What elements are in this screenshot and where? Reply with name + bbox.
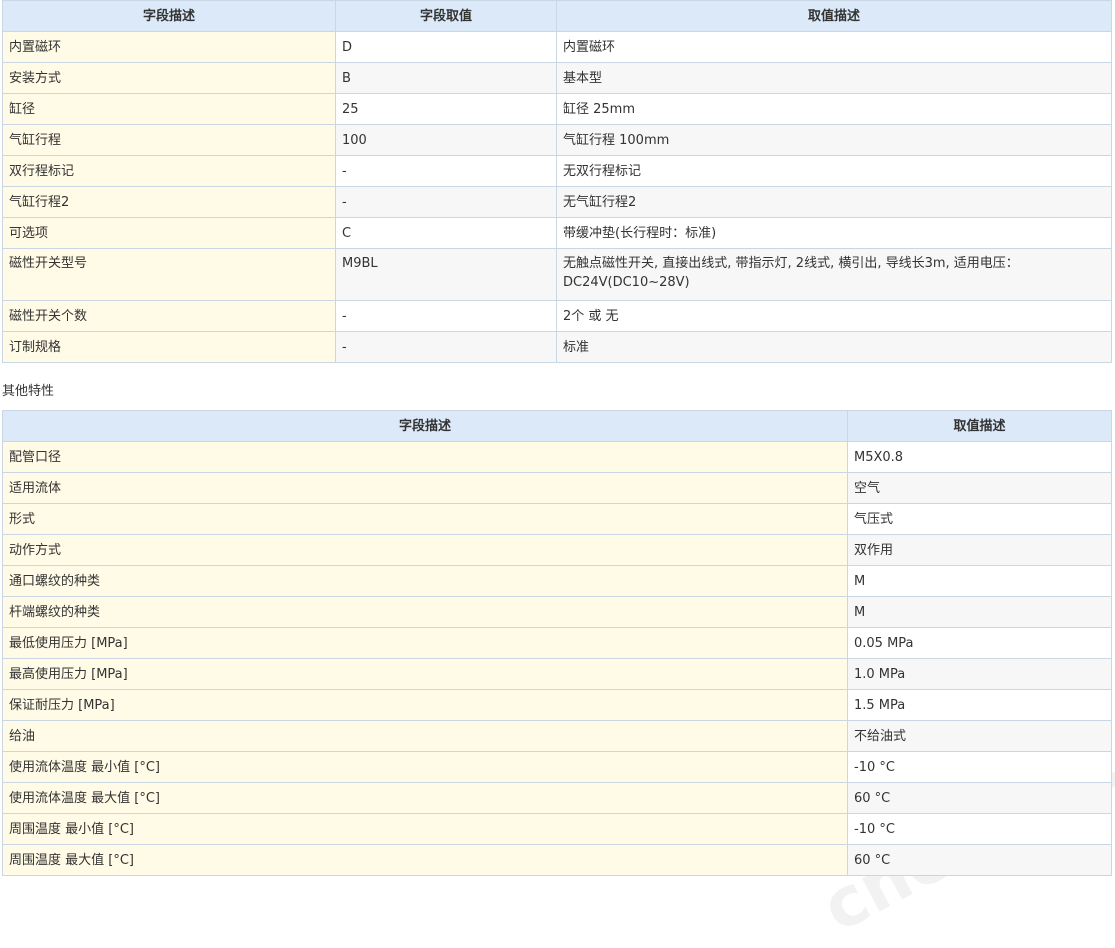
table-row: 周围温度 最小值 [°C] -10 °C (2, 813, 1112, 845)
table-row: 动作方式 双作用 (2, 534, 1112, 566)
table-row: 使用流体温度 最小值 [°C] -10 °C (2, 751, 1112, 783)
field-description: 双行程标记 (2, 155, 336, 187)
field-description: 磁性开关型号 (2, 248, 336, 301)
table-row: 可选项 C 带缓冲垫(长行程时：标准) (2, 217, 1112, 249)
table-row: 订制规格 - 标准 (2, 331, 1112, 363)
field-description: 通口螺纹的种类 (2, 565, 848, 597)
value-description: 气缸行程 100mm (556, 124, 1112, 156)
section-title: 其他特性 (2, 384, 55, 399)
table-row: 最低使用压力 [MPa] 0.05 MPa (2, 627, 1112, 659)
field-description: 最低使用压力 [MPa] (2, 627, 848, 659)
value-description: 2个 或 无 (556, 300, 1112, 332)
value-description: 无双行程标记 (556, 155, 1112, 187)
value-description: 空气 (847, 472, 1112, 504)
header-field-value: 字段取值 (335, 0, 557, 32)
field-description: 内置磁环 (2, 31, 336, 63)
value-description: 0.05 MPa (847, 627, 1112, 659)
field-description: 最高使用压力 [MPa] (2, 658, 848, 690)
header-field-description: 字段描述 (2, 0, 336, 32)
table-header-row: 字段描述 取值描述 (2, 410, 1112, 442)
value-description: 60 °C (847, 782, 1112, 814)
table-row: 杆端螺纹的种类 M (2, 596, 1112, 628)
table-row: 安装方式 B 基本型 (2, 62, 1112, 94)
table-row: 周围温度 最大值 [°C] 60 °C (2, 844, 1112, 876)
table-row: 气缸行程2 - 无气缸行程2 (2, 186, 1112, 218)
value-description: 不给油式 (847, 720, 1112, 752)
value-description: 1.5 MPa (847, 689, 1112, 721)
field-description: 周围温度 最大值 [°C] (2, 844, 848, 876)
table-row: 配管口径 M5X0.8 (2, 441, 1112, 473)
field-description: 安装方式 (2, 62, 336, 94)
field-value: D (335, 31, 557, 63)
field-description: 给油 (2, 720, 848, 752)
header-value-description: 取值描述 (847, 410, 1112, 442)
value-description: 缸径 25mm (556, 93, 1112, 125)
header-field-description: 字段描述 (2, 410, 848, 442)
value-description: 基本型 (556, 62, 1112, 94)
field-description: 杆端螺纹的种类 (2, 596, 848, 628)
value-description: 气压式 (847, 503, 1112, 535)
part-number-table: 字段描述 字段取值 取值描述 内置磁环 D 内置磁环 安装方式 B 基本型 缸径… (2, 0, 1112, 363)
value-description: 标准 (556, 331, 1112, 363)
field-value: - (335, 331, 557, 363)
field-description: 形式 (2, 503, 848, 535)
value-description: 1.0 MPa (847, 658, 1112, 690)
field-description: 周围温度 最小值 [°C] (2, 813, 848, 845)
header-value-description: 取值描述 (556, 0, 1112, 32)
field-value: 25 (335, 93, 557, 125)
table-row: 给油 不给油式 (2, 720, 1112, 752)
field-description: 动作方式 (2, 534, 848, 566)
value-description: 60 °C (847, 844, 1112, 876)
field-value: - (335, 186, 557, 218)
table-row: 缸径 25 缸径 25mm (2, 93, 1112, 125)
value-description: M (847, 565, 1112, 597)
table-row: 最高使用压力 [MPa] 1.0 MPa (2, 658, 1112, 690)
table-row: 气缸行程 100 气缸行程 100mm (2, 124, 1112, 156)
value-description: M (847, 596, 1112, 628)
field-value: B (335, 62, 557, 94)
table-row: 内置磁环 D 内置磁环 (2, 31, 1112, 63)
field-description: 使用流体温度 最小值 [°C] (2, 751, 848, 783)
table-header-row: 字段描述 字段取值 取值描述 (2, 0, 1112, 32)
field-value: M9BL (335, 248, 557, 301)
field-value: 100 (335, 124, 557, 156)
field-description: 气缸行程 (2, 124, 336, 156)
field-value: - (335, 300, 557, 332)
table-row: 双行程标记 - 无双行程标记 (2, 155, 1112, 187)
table-row: 磁性开关个数 - 2个 或 无 (2, 300, 1112, 332)
other-properties-table: 字段描述 取值描述 配管口径 M5X0.8 适用流体 空气 形式 气压式 动作方… (2, 410, 1112, 876)
field-value: C (335, 217, 557, 249)
value-description: 无气缸行程2 (556, 186, 1112, 218)
field-description: 订制规格 (2, 331, 336, 363)
field-description: 配管口径 (2, 441, 848, 473)
field-description: 可选项 (2, 217, 336, 249)
field-description: 气缸行程2 (2, 186, 336, 218)
field-description: 缸径 (2, 93, 336, 125)
table-row: 保证耐压力 [MPa] 1.5 MPa (2, 689, 1112, 721)
field-value: - (335, 155, 557, 187)
table-row: 通口螺纹的种类 M (2, 565, 1112, 597)
value-description: -10 °C (847, 813, 1112, 845)
value-description: 双作用 (847, 534, 1112, 566)
value-description: 无触点磁性开关, 直接出线式, 带指示灯, 2线式, 横引出, 导线长3m, 适… (556, 248, 1112, 301)
value-description: 内置磁环 (556, 31, 1112, 63)
field-description: 适用流体 (2, 472, 848, 504)
table-row: 磁性开关型号 M9BL 无触点磁性开关, 直接出线式, 带指示灯, 2线式, 横… (2, 248, 1112, 301)
field-description: 使用流体温度 最大值 [°C] (2, 782, 848, 814)
field-description: 保证耐压力 [MPa] (2, 689, 848, 721)
table-row: 使用流体温度 最大值 [°C] 60 °C (2, 782, 1112, 814)
value-description: -10 °C (847, 751, 1112, 783)
table-row: 形式 气压式 (2, 503, 1112, 535)
table-row: 适用流体 空气 (2, 472, 1112, 504)
value-description: 带缓冲垫(长行程时：标准) (556, 217, 1112, 249)
value-description: M5X0.8 (847, 441, 1112, 473)
field-description: 磁性开关个数 (2, 300, 336, 332)
